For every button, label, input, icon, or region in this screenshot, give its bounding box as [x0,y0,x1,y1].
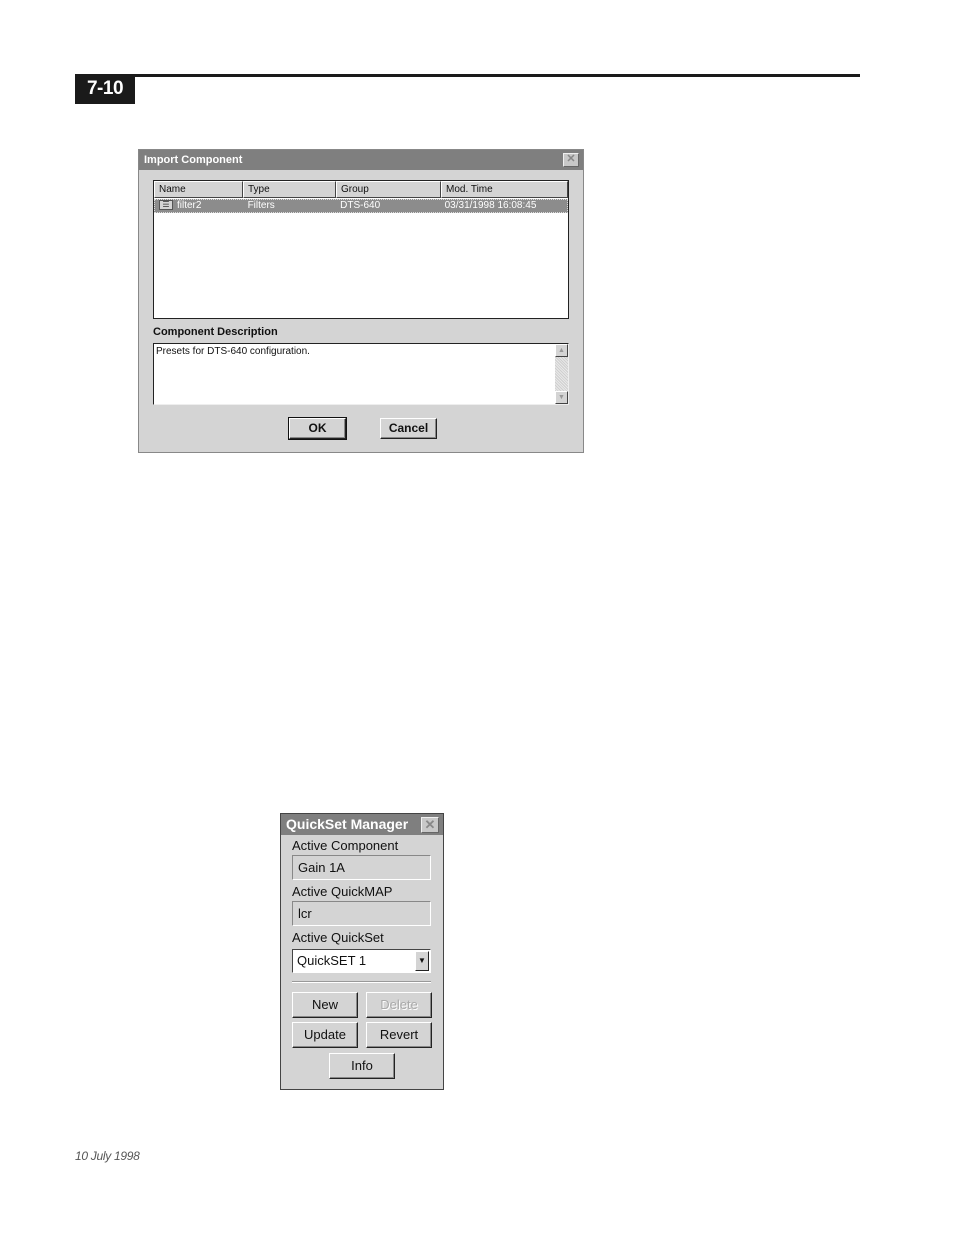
row-type: Filters [247,200,275,211]
column-header-mod-time[interactable]: Mod. Time [441,181,568,198]
active-quickset-label: Active QuickSet [292,930,384,945]
footer-date: 10 July 1998 [75,1149,140,1163]
update-button[interactable]: Update [292,1022,358,1048]
component-icon: ☰ [159,200,173,211]
header-rule [75,74,860,77]
column-header-group[interactable]: Group [336,181,441,198]
close-icon[interactable]: ✕ [563,153,579,167]
active-quickmap-label: Active QuickMAP [292,884,393,899]
active-quickset-select[interactable]: QuickSET 1 ▼ [292,949,431,973]
new-button[interactable]: New [292,992,358,1018]
row-group: DTS-640 [340,200,381,211]
description-textarea[interactable]: Presets for DTS-640 configuration. ▲ ▼ [153,343,569,405]
description-label: Component Description [153,326,278,338]
active-quickset-value: QuickSET 1 [297,953,367,968]
ok-button[interactable]: OK [288,417,347,440]
separator [292,981,431,983]
list-row[interactable]: ☰ filter2 Filters DTS-640 03/31/1998 16:0… [154,199,568,213]
component-list[interactable]: Name Type Group Mod. Time ☰ filter2 Filte… [153,180,569,319]
dialog-titlebar: Import Component ✕ [139,150,583,170]
row-mod-time: 03/31/1998 16:08:45 [444,200,537,211]
row-name: filter2 [177,200,202,211]
active-component-field: Gain 1A [292,855,431,880]
column-header-type[interactable]: Type [243,181,336,198]
active-quickmap-field: lcr [292,901,431,926]
revert-button[interactable]: Revert [366,1022,432,1048]
active-component-label: Active Component [292,838,399,853]
scroll-down-icon[interactable]: ▼ [555,391,568,404]
info-button[interactable]: Info [329,1053,395,1079]
list-header: Name Type Group Mod. Time [154,181,568,198]
dialog-title: Import Component [144,154,243,166]
vertical-scrollbar[interactable]: ▲ ▼ [555,344,568,404]
panel-title: QuickSet Manager [286,816,409,832]
import-component-dialog: Import Component ✕ Name Type Group Mod. … [138,149,584,453]
quickset-manager-panel: QuickSet Manager ✕ Active Component Gain… [280,813,444,1090]
cancel-button[interactable]: Cancel [380,418,437,439]
page-number: 7-10 [75,74,135,104]
panel-titlebar: QuickSet Manager ✕ [281,814,443,835]
chevron-down-icon[interactable]: ▼ [415,951,429,971]
description-text: Presets for DTS-640 configuration. [156,346,310,357]
cell-name: ☰ filter2 [155,199,244,213]
column-header-name[interactable]: Name [154,181,243,198]
scroll-up-icon[interactable]: ▲ [555,344,568,357]
delete-button: Delete [366,992,432,1018]
close-icon[interactable]: ✕ [421,817,439,833]
